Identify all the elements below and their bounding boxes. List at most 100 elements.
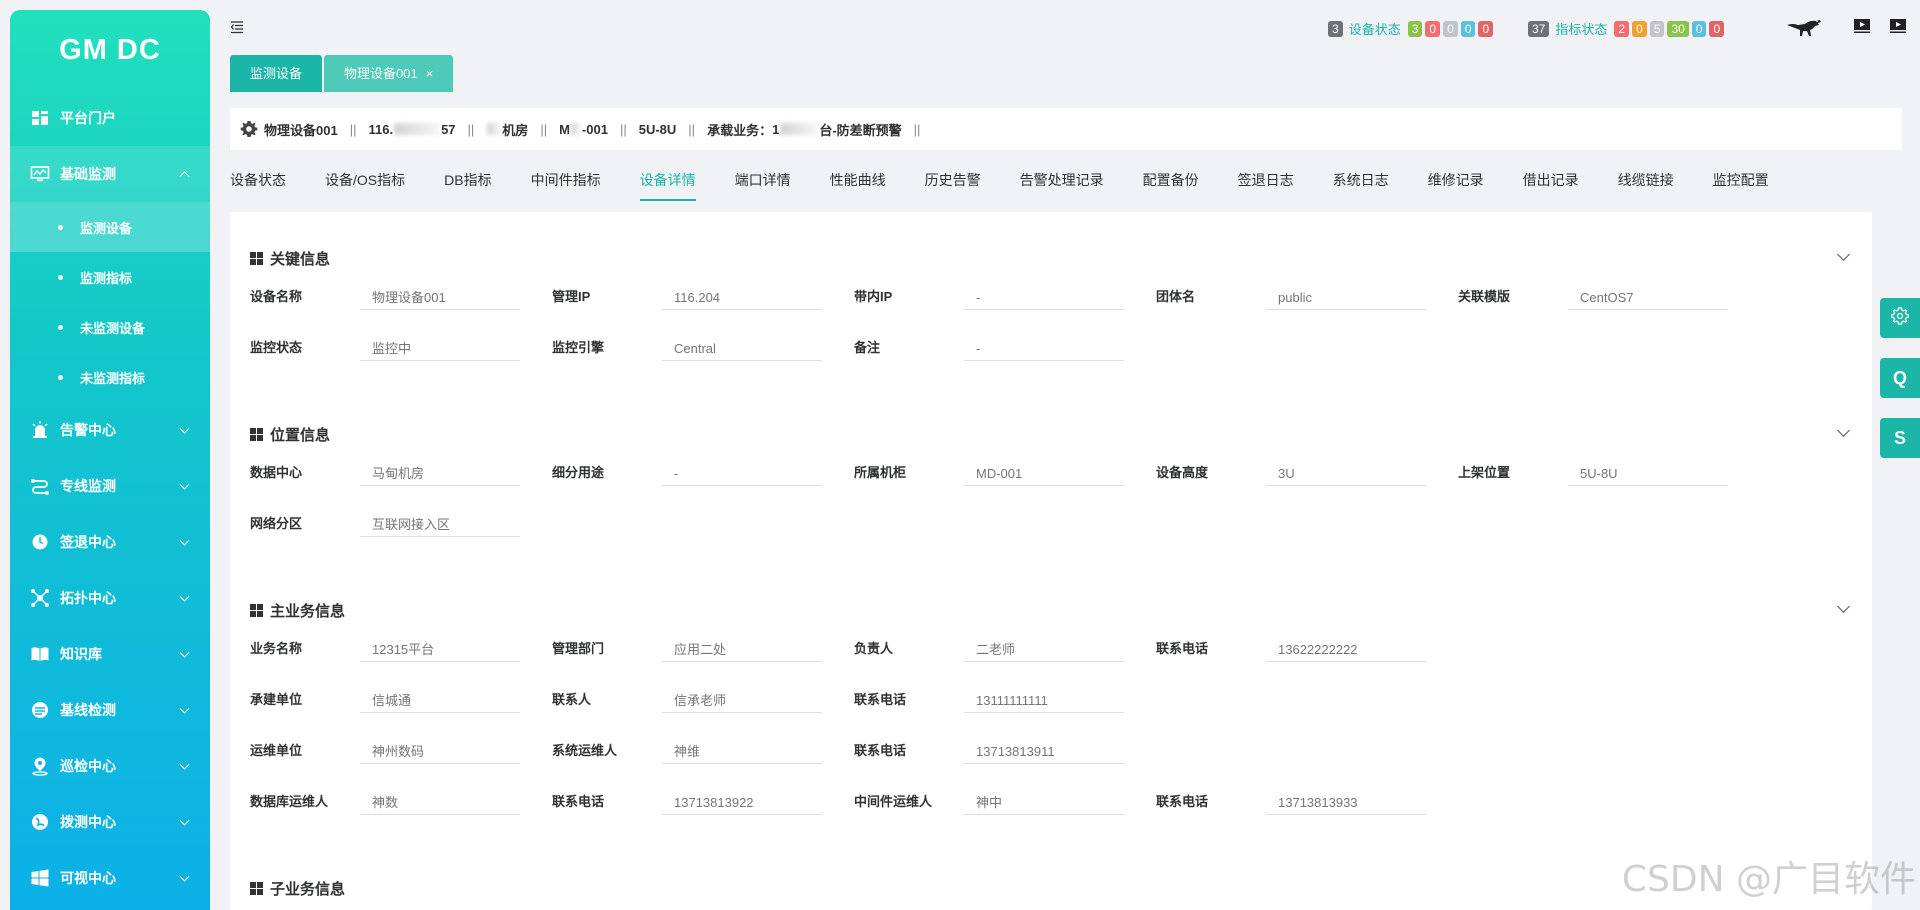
video-play-icon[interactable] (1889, 18, 1907, 39)
status-badge[interactable]: 3 (1407, 20, 1423, 37)
status-badge[interactable]: 0 (1632, 20, 1647, 37)
subtab-alarm-history[interactable]: 历史告警 (925, 170, 981, 201)
status-badge[interactable]: 0 (1443, 20, 1458, 37)
field-label: 联系电话 (552, 794, 605, 809)
section-header[interactable]: 子业务信息 (250, 876, 1860, 900)
business-name-input[interactable] (360, 628, 520, 662)
s-float-button[interactable]: S (1880, 418, 1920, 458)
cabinet-input[interactable] (964, 452, 1124, 486)
subtab-loan-records[interactable]: 借出记录 (1523, 170, 1579, 201)
device-name-input[interactable] (360, 276, 520, 310)
data-center-input[interactable] (360, 452, 520, 486)
sidebar-item-portal[interactable]: 平台门户 (10, 90, 210, 146)
sidebar-item-label: 签退中心 (60, 534, 116, 550)
settings-float-button[interactable] (1880, 298, 1920, 338)
section-header[interactable]: 主业务信息 (250, 598, 1860, 622)
status-badge[interactable]: 30 (1667, 20, 1689, 37)
monitor-status-input[interactable] (360, 327, 520, 361)
subtab-monitor-config[interactable]: 监控配置 (1713, 170, 1769, 201)
video-play-icon[interactable] (1853, 18, 1871, 39)
subtab-device-details[interactable]: 设备详情 (639, 170, 696, 201)
q-float-button[interactable]: Q (1880, 358, 1920, 398)
metric-status-label[interactable]: 指标状态 (1555, 19, 1607, 38)
subtab-performance-curve[interactable]: 性能曲线 (830, 170, 886, 201)
tab-physical-device-001[interactable]: 物理设备001 × (324, 55, 454, 92)
management-ip-input[interactable] (662, 276, 822, 310)
template-input[interactable] (1568, 276, 1728, 310)
sys-ops-input[interactable] (662, 730, 822, 764)
status-badge[interactable]: 0 (1460, 20, 1476, 37)
field-label: 中间件运维人 (854, 794, 933, 809)
subtab-alarm-handling[interactable]: 告警处理记录 (1020, 170, 1104, 201)
subtab-device-status[interactable]: 设备状态 (230, 170, 286, 201)
phone-input[interactable] (1266, 628, 1426, 662)
sidebar-subitem-unmonitored-metrics[interactable]: 未监测指标 (10, 352, 210, 402)
status-badge[interactable]: 0 (1709, 20, 1725, 37)
sidebar-subitem-monitored-metrics[interactable]: 监测指标 (10, 252, 210, 302)
sidebar-item-dedicated-line[interactable]: 专线监测 (10, 458, 210, 514)
sidebar-item-baseline[interactable]: 基线检测 (10, 682, 210, 738)
status-badge[interactable]: 0 (1425, 20, 1441, 37)
device-status-label[interactable]: 设备状态 (1349, 19, 1401, 38)
main-area: 3 设备状态 3 0 0 0 0 37 指标状态 2 0 5 30 0 0 监测… (230, 0, 1906, 910)
owner-input[interactable] (964, 628, 1124, 662)
close-icon[interactable]: × (426, 66, 434, 81)
section-header[interactable]: 位置信息 (250, 422, 1860, 446)
ops-unit-input[interactable] (360, 730, 520, 764)
tab-label: 物理设备001 (344, 66, 418, 81)
sub-use-input[interactable] (662, 452, 822, 486)
menu-collapse-icon[interactable] (230, 20, 246, 36)
sidebar-item-alarm[interactable]: 告警中心 (10, 402, 210, 458)
subtab-db-metrics[interactable]: DB指标 (444, 170, 491, 201)
sidebar-item-visual[interactable]: 可视中心 (10, 850, 210, 906)
form-row: 运维单位 系统运维人 联系电话 (250, 730, 1850, 764)
subtab-device-os-metrics[interactable]: 设备/OS指标 (325, 170, 405, 201)
status-badge[interactable]: 0 (1478, 20, 1494, 37)
contractor-input[interactable] (360, 679, 520, 713)
subtab-port-details[interactable]: 端口详情 (735, 170, 791, 201)
community-input[interactable] (1266, 276, 1426, 310)
subtab-system-log[interactable]: 系统日志 (1333, 170, 1389, 201)
sidebar-item-basic-monitor[interactable]: 基础监测 (10, 146, 210, 202)
sidebar-subitem-unmonitored-devices[interactable]: 未监测设备 (10, 302, 210, 352)
field-phone: 联系电话 (854, 679, 1154, 713)
status-badge[interactable]: 2 (1614, 20, 1630, 37)
network-zone-input[interactable] (360, 503, 520, 537)
sidebar-item-label: 告警中心 (60, 422, 116, 438)
rack-position-input[interactable] (1568, 452, 1728, 486)
phone-input[interactable] (1266, 781, 1426, 815)
subtab-repair-records[interactable]: 维修记录 (1428, 170, 1484, 201)
monitor-engine-input[interactable] (662, 327, 822, 361)
status-badge[interactable]: 5 (1649, 20, 1665, 37)
gear-icon[interactable] (240, 120, 258, 138)
dinosaur-icon[interactable] (1785, 16, 1825, 43)
sidebar-item-inspection[interactable]: 巡检中心 (10, 738, 210, 794)
tab-monitored-devices[interactable]: 监测设备 (230, 55, 323, 92)
phone-input[interactable] (662, 781, 822, 815)
sidebar-item-signout[interactable]: 签退中心 (10, 514, 210, 570)
db-ops-input[interactable] (360, 781, 520, 815)
sidebar-item-knowledge[interactable]: 知识库 (10, 626, 210, 682)
field-label: 联系电话 (854, 692, 907, 707)
subtab-config-backup[interactable]: 配置备份 (1143, 170, 1199, 201)
clock-icon (30, 532, 50, 552)
status-badge[interactable]: 0 (1691, 20, 1707, 37)
device-height-input[interactable] (1266, 452, 1426, 486)
subtab-cable-links[interactable]: 线缆链接 (1618, 170, 1674, 201)
device-status-summary[interactable]: 3 设备状态 3 0 0 0 0 (1328, 19, 1494, 38)
metric-status-summary[interactable]: 37 指标状态 2 0 5 30 0 0 (1528, 19, 1725, 38)
middleware-ops-input[interactable] (964, 781, 1124, 815)
management-dept-input[interactable] (662, 628, 822, 662)
phone-input[interactable] (964, 730, 1124, 764)
inband-ip-input[interactable] (964, 276, 1124, 310)
section-header[interactable]: 关键信息 (250, 246, 1860, 270)
sidebar-item-topology[interactable]: 拓扑中心 (10, 570, 210, 626)
subtab-middleware-metrics[interactable]: 中间件指标 (531, 170, 601, 201)
chevron-down-icon (179, 423, 190, 434)
contact-input[interactable] (662, 679, 822, 713)
phone-input[interactable] (964, 679, 1124, 713)
sidebar-subitem-monitored-devices[interactable]: 监测设备 (10, 202, 210, 252)
remarks-input[interactable] (964, 327, 1124, 361)
sidebar-item-dial-test[interactable]: 拨测中心 (10, 794, 210, 850)
subtab-signout-log[interactable]: 签退日志 (1238, 170, 1294, 201)
